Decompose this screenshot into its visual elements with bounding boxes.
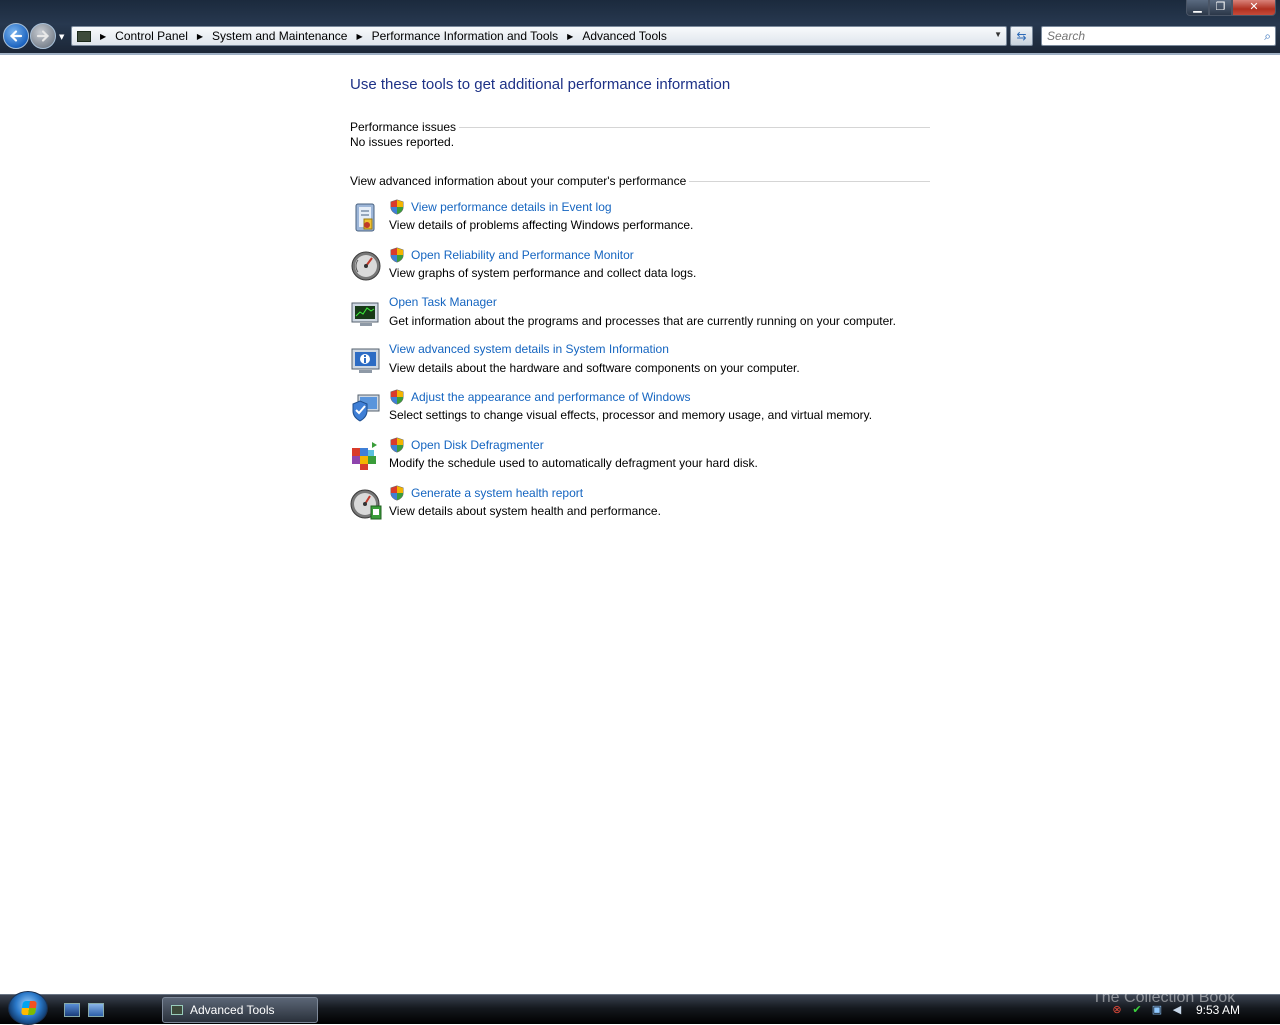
forward-arrow-icon bbox=[36, 30, 50, 42]
breadcrumb-control-panel[interactable]: Control Panel bbox=[115, 29, 188, 43]
disk-defragmenter-link[interactable]: Open Disk Defragmenter bbox=[411, 438, 544, 452]
divider bbox=[0, 53, 1280, 55]
back-button[interactable] bbox=[3, 23, 29, 49]
adjust-appearance-link[interactable]: Adjust the appearance and performance of… bbox=[411, 390, 691, 404]
address-bar[interactable]: ▶ Control Panel ▶ System and Maintenance… bbox=[71, 26, 1007, 46]
show-desktop-icon[interactable] bbox=[64, 1003, 80, 1017]
search-input[interactable] bbox=[1042, 27, 1252, 45]
tool-description: Get information about the programs and p… bbox=[389, 314, 896, 328]
uac-shield-icon bbox=[390, 389, 404, 405]
breadcrumb-chevron-icon[interactable]: ▶ bbox=[356, 32, 362, 41]
search-icon[interactable]: ⌕ bbox=[1264, 29, 1271, 44]
taskbar: Advanced Tools ⊗ ✔ ▣ ◀ 9:53 AM bbox=[0, 991, 1280, 1025]
close-button[interactable]: ✕ bbox=[1232, 0, 1276, 16]
system-health-icon bbox=[350, 489, 382, 520]
section-heading: Performance issues bbox=[350, 120, 457, 134]
tool-description: Select settings to change visual effects… bbox=[389, 408, 873, 422]
event-log-icon bbox=[355, 203, 375, 232]
recent-pages-dropdown[interactable]: ▼ bbox=[59, 33, 64, 41]
uac-shield-icon bbox=[390, 437, 404, 453]
back-arrow-icon bbox=[9, 30, 23, 42]
tool-item-visual-effects: Adjust the appearance and performance of… bbox=[350, 389, 930, 432]
minimize-button[interactable]: ▁ bbox=[1186, 0, 1209, 16]
performance-issues-status: No issues reported. bbox=[350, 135, 455, 149]
tool-item-disk-defragmenter: Open Disk Defragmenter Modify the schedu… bbox=[350, 437, 930, 480]
uac-shield-icon bbox=[390, 199, 404, 215]
switch-windows-icon[interactable] bbox=[88, 1003, 104, 1017]
tool-description: View details about system health and per… bbox=[389, 504, 661, 518]
section-advanced-info: View advanced information about your com… bbox=[350, 174, 930, 188]
visual-effects-icon bbox=[352, 394, 380, 422]
tool-description: Modify the schedule used to automaticall… bbox=[389, 456, 758, 470]
control-panel-icon bbox=[77, 30, 91, 42]
control-panel-icon bbox=[171, 1005, 183, 1015]
tool-item-task-manager: Open Task Manager Get information about … bbox=[350, 295, 930, 338]
task-manager-icon bbox=[351, 302, 379, 326]
refresh-icon: ⇆ bbox=[1016, 29, 1027, 43]
forward-button[interactable] bbox=[30, 23, 56, 49]
tool-description: View details about the hardware and soft… bbox=[389, 361, 800, 375]
taskbar-item-advanced-tools[interactable]: Advanced Tools bbox=[162, 997, 318, 1023]
page-title: Use these tools to get additional perfor… bbox=[350, 76, 731, 93]
uac-shield-icon bbox=[390, 485, 404, 501]
breadcrumb-chevron-icon[interactable]: ▶ bbox=[100, 32, 106, 41]
windows-logo-icon bbox=[21, 1001, 37, 1015]
divider bbox=[689, 180, 930, 182]
taskbar-item-label: Advanced Tools bbox=[190, 1003, 275, 1017]
watermark-text: The Collection Book bbox=[1092, 989, 1236, 1006]
reliability-monitor-link[interactable]: Open Reliability and Performance Monitor bbox=[411, 248, 634, 262]
performance-monitor-icon bbox=[351, 251, 381, 281]
breadcrumb-chevron-icon[interactable]: ▶ bbox=[197, 32, 203, 41]
tool-item-reliability-monitor: Open Reliability and Performance Monitor… bbox=[350, 247, 930, 290]
search-box[interactable]: ⌕ bbox=[1041, 26, 1276, 46]
tool-item-system-health-report: Generate a system health report View det… bbox=[350, 485, 930, 528]
disk-defragmenter-icon bbox=[352, 442, 377, 470]
maximize-button[interactable]: ❐ bbox=[1209, 0, 1232, 16]
tool-description: View graphs of system performance and co… bbox=[389, 266, 697, 280]
start-button[interactable] bbox=[8, 991, 48, 1025]
section-performance-issues: Performance issues bbox=[350, 120, 930, 134]
tool-item-event-log: View performance details in Event log Vi… bbox=[350, 199, 930, 242]
system-health-report-link[interactable]: Generate a system health report bbox=[411, 486, 583, 500]
system-information-icon bbox=[351, 348, 380, 373]
section-heading: View advanced information about your com… bbox=[350, 174, 687, 188]
address-dropdown-icon[interactable]: ▼ bbox=[994, 30, 1002, 39]
window-titlebar: ▁ ❐ ✕ ▼ ▶ Control Panel ▶ System and Mai… bbox=[0, 0, 1280, 54]
breadcrumb-system-and-maintenance[interactable]: System and Maintenance bbox=[212, 29, 347, 43]
divider bbox=[459, 126, 930, 128]
tool-item-system-information: View advanced system details in System I… bbox=[350, 342, 930, 385]
view-event-log-link[interactable]: View performance details in Event log bbox=[411, 200, 612, 214]
breadcrumb-chevron-icon[interactable]: ▶ bbox=[567, 32, 573, 41]
breadcrumb-advanced-tools[interactable]: Advanced Tools bbox=[582, 29, 667, 43]
system-information-link[interactable]: View advanced system details in System I… bbox=[389, 342, 669, 356]
refresh-button[interactable]: ⇆ bbox=[1010, 26, 1033, 46]
uac-shield-icon bbox=[390, 247, 404, 263]
breadcrumb-performance-information[interactable]: Performance Information and Tools bbox=[372, 29, 559, 43]
tool-description: View details of problems affecting Windo… bbox=[389, 218, 694, 232]
task-manager-link[interactable]: Open Task Manager bbox=[389, 295, 497, 309]
